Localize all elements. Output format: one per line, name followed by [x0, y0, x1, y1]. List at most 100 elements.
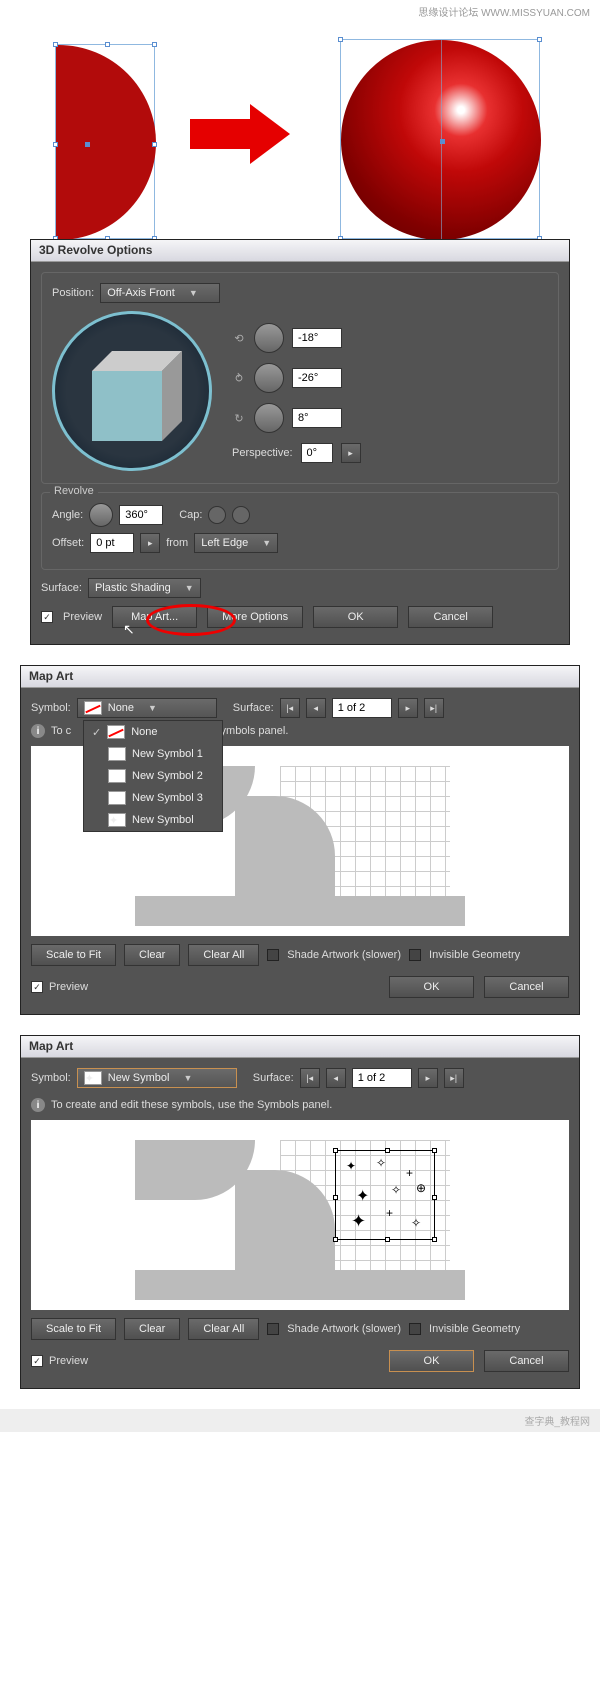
shade-label: Shade Artwork (slower): [287, 1323, 401, 1335]
clear-all-button[interactable]: Clear All: [188, 944, 259, 966]
angle-input[interactable]: 360°: [119, 505, 163, 525]
rotate-x-input[interactable]: -18°: [292, 328, 342, 348]
cancel-button[interactable]: Cancel: [408, 606, 493, 628]
preview-checkbox[interactable]: ✓: [31, 981, 43, 993]
rotate-x-icon: ⟲: [232, 332, 246, 345]
perspective-input[interactable]: 0°: [301, 443, 333, 463]
position-label: Position:: [52, 287, 94, 299]
anchor-point[interactable]: [53, 42, 58, 47]
handle[interactable]: [432, 1195, 437, 1200]
symbol-dropdown[interactable]: None ▼: [77, 698, 217, 718]
scale-to-fit-button[interactable]: Scale to Fit: [31, 1318, 116, 1340]
rotation-trackball[interactable]: [52, 311, 212, 471]
dialog-title: 3D Revolve Options: [31, 240, 569, 262]
anchor-point[interactable]: [338, 37, 343, 42]
offset-input[interactable]: 0 pt: [90, 533, 134, 553]
rotate-y-input[interactable]: -26°: [292, 368, 342, 388]
handle[interactable]: [333, 1237, 338, 1242]
surface-index: 1 of 2: [352, 1068, 412, 1088]
shade-checkbox[interactable]: [267, 1323, 279, 1335]
angle-dial[interactable]: [89, 503, 113, 527]
half-circle-selection[interactable]: [55, 44, 155, 239]
symbol-dropdown-list[interactable]: ✓None New Symbol 1 New Symbol 2 New Symb…: [83, 720, 223, 832]
prev-surface-button[interactable]: ◂: [326, 1068, 346, 1088]
anchor-point[interactable]: [152, 42, 157, 47]
shade-checkbox[interactable]: [267, 949, 279, 961]
last-surface-button[interactable]: ▸|: [424, 698, 444, 718]
center-point[interactable]: [85, 142, 90, 147]
dialog-title: Map Art: [21, 1036, 579, 1058]
clear-button[interactable]: Clear: [124, 1318, 180, 1340]
ok-button[interactable]: OK: [313, 606, 398, 628]
sparkle-swatch-icon: ✦: [84, 1071, 102, 1085]
invisible-checkbox[interactable]: [409, 949, 421, 961]
next-surface-button[interactable]: ▸: [418, 1068, 438, 1088]
offset-stepper[interactable]: ▸: [140, 533, 160, 553]
dropdown-item-sym1[interactable]: New Symbol 1: [84, 743, 222, 765]
next-surface-button[interactable]: ▸: [398, 698, 418, 718]
clear-all-button[interactable]: Clear All: [188, 1318, 259, 1340]
perspective-stepper[interactable]: ▸: [341, 443, 361, 463]
sphere-selection[interactable]: [340, 39, 540, 239]
handle[interactable]: [333, 1148, 338, 1153]
item-label: None: [131, 726, 157, 738]
placed-symbol-bbox[interactable]: ✦ ✧ + ✦ ✧ ⊕ ✦ + ✧: [335, 1150, 435, 1240]
item-label: New Symbol: [132, 814, 194, 826]
rotate-z-input[interactable]: 8°: [292, 408, 342, 428]
map-art-canvas[interactable]: ✦ ✧ + ✦ ✧ ⊕ ✦ + ✧: [31, 1120, 569, 1310]
cursor-icon: ↖: [123, 621, 135, 638]
symbol-value: New Symbol: [108, 1072, 170, 1084]
handle[interactable]: [432, 1237, 437, 1242]
preview-checkbox[interactable]: ✓: [31, 1355, 43, 1367]
dropdown-item-none[interactable]: ✓None: [84, 721, 222, 743]
sparkle-icon: ✦: [346, 1159, 356, 1173]
cap-off-button[interactable]: [232, 506, 250, 524]
first-surface-button[interactable]: |◂: [280, 698, 300, 718]
hint-rest: Symbols panel.: [213, 725, 288, 737]
anchor-point[interactable]: [105, 42, 110, 47]
last-surface-button[interactable]: ▸|: [444, 1068, 464, 1088]
surface-nav-label: Surface:: [253, 1072, 294, 1084]
half-circle-shape: [56, 45, 156, 240]
bottom-watermark: 查字典_教程网: [0, 1409, 600, 1432]
surface-value: Plastic Shading: [95, 582, 171, 594]
more-options-button[interactable]: More Options: [207, 606, 303, 628]
handle[interactable]: [385, 1237, 390, 1242]
cancel-button[interactable]: Cancel: [484, 1350, 569, 1372]
cap-on-button[interactable]: [208, 506, 226, 524]
preview-checkbox[interactable]: ✓: [41, 611, 53, 623]
dropdown-item-sym3[interactable]: New Symbol 3: [84, 787, 222, 809]
clear-button[interactable]: Clear: [124, 944, 180, 966]
prev-surface-button[interactable]: ◂: [306, 698, 326, 718]
surface-index: 1 of 2: [332, 698, 392, 718]
center-point[interactable]: [440, 139, 445, 144]
first-surface-button[interactable]: |◂: [300, 1068, 320, 1088]
from-edge-dropdown[interactable]: Left Edge▼: [194, 533, 278, 553]
cancel-button[interactable]: Cancel: [484, 976, 569, 998]
cube-preview-icon: [92, 356, 172, 436]
symbol-value: None: [108, 702, 134, 714]
preview-label: Preview: [49, 981, 88, 993]
rotate-x-dial[interactable]: [254, 323, 284, 353]
ok-button[interactable]: OK: [389, 976, 474, 998]
anchor-point[interactable]: [152, 142, 157, 147]
chevron-down-icon: ▼: [262, 538, 271, 548]
invisible-checkbox[interactable]: [409, 1323, 421, 1335]
preview-label: Preview: [63, 611, 102, 623]
surface-dropdown[interactable]: Plastic Shading▼: [88, 578, 201, 598]
illustration-area: [0, 19, 600, 229]
rotate-y-dial[interactable]: [254, 363, 284, 393]
handle[interactable]: [333, 1195, 338, 1200]
scale-to-fit-button[interactable]: Scale to Fit: [31, 944, 116, 966]
anchor-point[interactable]: [53, 142, 58, 147]
position-dropdown[interactable]: Off-Axis Front▼: [100, 283, 220, 303]
dropdown-item-sym2[interactable]: New Symbol 2: [84, 765, 222, 787]
handle[interactable]: [385, 1148, 390, 1153]
symbol-dropdown[interactable]: ✦ New Symbol ▼: [77, 1068, 237, 1088]
dropdown-item-new-symbol[interactable]: ✦New Symbol: [84, 809, 222, 831]
anchor-point[interactable]: [537, 37, 542, 42]
rotate-z-dial[interactable]: [254, 403, 284, 433]
item-label: New Symbol 3: [132, 792, 203, 804]
ok-button[interactable]: OK: [389, 1350, 474, 1372]
handle[interactable]: [432, 1148, 437, 1153]
